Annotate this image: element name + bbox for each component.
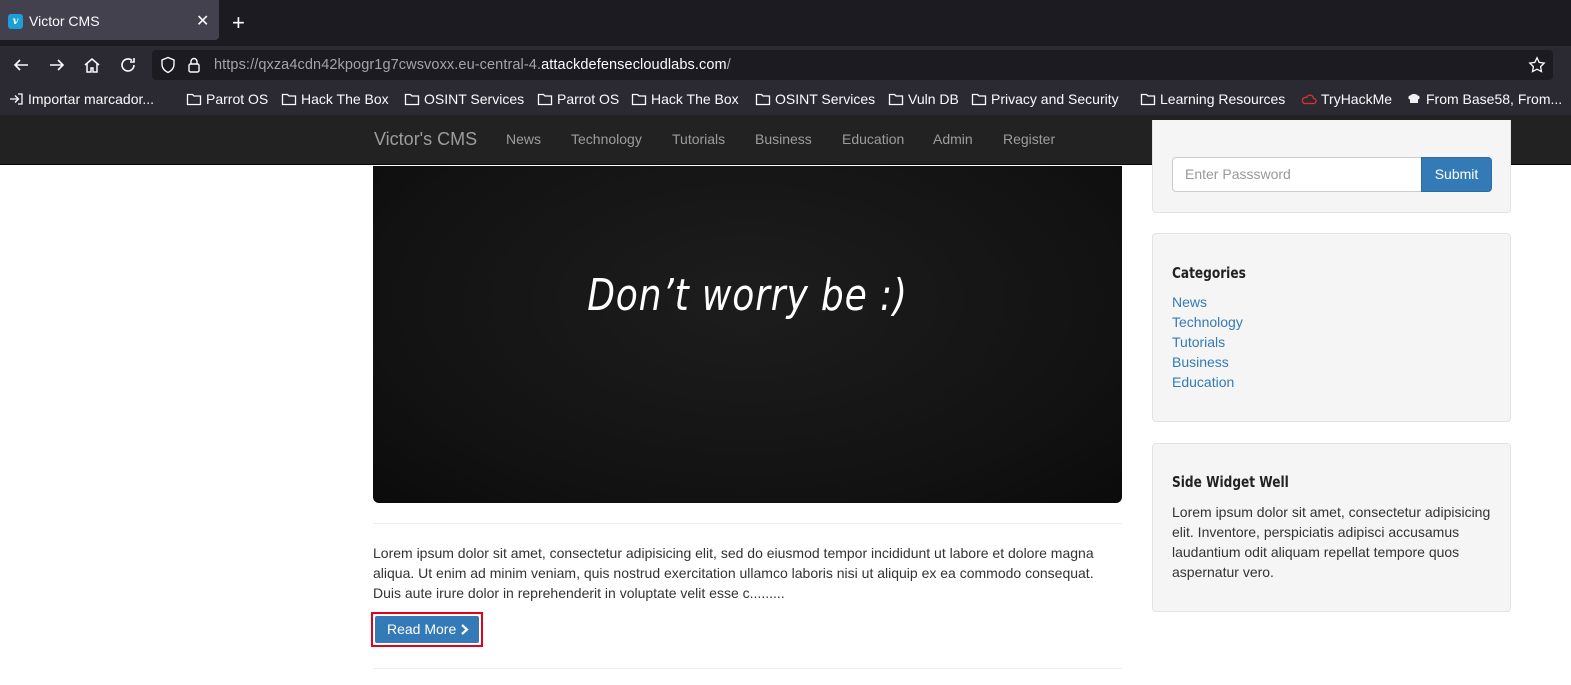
- widget-text: Lorem ipsum dolor sit amet, consectetur …: [1172, 504, 1491, 580]
- bookmark-label: Privacy and Security: [991, 91, 1119, 107]
- bookmark-label: OSINT Services: [424, 91, 525, 107]
- read-more-button[interactable]: Read More: [375, 616, 479, 643]
- bookmark-label: Importar marcador...: [28, 91, 155, 107]
- address-bar[interactable]: https://qxza4cdn42kpogr1g7cwsvoxx.eu-cen…: [152, 50, 1553, 80]
- bookmark-item[interactable]: From Base58, From...: [1406, 91, 1562, 107]
- category-link-technology[interactable]: Technology: [1172, 312, 1243, 332]
- bookmark-label: Hack The Box: [301, 91, 389, 107]
- category-link-education[interactable]: Education: [1172, 372, 1243, 392]
- post-image-text: Don’t worry be :): [587, 270, 908, 321]
- categories-list: News Technology Tutorials Business Educa…: [1172, 292, 1243, 392]
- folder-icon: [281, 93, 297, 106]
- nav-register[interactable]: Register: [1003, 131, 1055, 147]
- bookmark-label: OSINT Services: [775, 91, 876, 107]
- tab-close-icon[interactable]: ✕: [196, 11, 209, 31]
- bookmark-folder[interactable]: Privacy and Security: [971, 91, 1119, 107]
- folder-icon: [1140, 93, 1156, 106]
- reload-icon[interactable]: [119, 56, 137, 74]
- categories-well: Categories News Technology Tutorials Bus…: [1152, 233, 1511, 422]
- nav-technology[interactable]: Technology: [571, 131, 642, 147]
- url-suffix: /: [726, 57, 731, 73]
- categories-title: Categories: [1172, 264, 1246, 282]
- bookmark-label: Learning Resources: [1160, 91, 1286, 107]
- post-excerpt: Lorem ipsum dolor sit amet, consectetur …: [373, 545, 1094, 601]
- side-widget-well: Side Widget Well Lorem ipsum dolor sit a…: [1152, 443, 1511, 612]
- submit-button[interactable]: Submit: [1421, 157, 1492, 192]
- import-icon: [10, 93, 23, 105]
- folder-icon: [404, 93, 420, 106]
- bookmark-folder[interactable]: Hack The Box: [631, 91, 739, 107]
- chevron-right-icon: [461, 624, 469, 635]
- site-brand[interactable]: Victor's CMS: [374, 129, 477, 150]
- url-domain: attackdefensecloudlabs.com: [541, 57, 727, 73]
- bookmark-folder[interactable]: Parrot OS: [186, 91, 268, 107]
- nav-tutorials[interactable]: Tutorials: [672, 131, 725, 147]
- browser-tabstrip: v Victor CMS ✕ +: [0, 0, 1571, 46]
- nav-admin[interactable]: Admin: [933, 131, 973, 147]
- browser-toolbar: https://qxza4cdn42kpogr1g7cwsvoxx.eu-cen…: [0, 46, 1571, 84]
- home-icon[interactable]: [83, 56, 101, 74]
- bookmark-item[interactable]: TryHackMe: [1301, 91, 1392, 107]
- tracking-shield-icon[interactable]: [160, 56, 176, 74]
- forward-arrow-icon[interactable]: [48, 56, 66, 74]
- bookmark-label: Hack The Box: [651, 91, 739, 107]
- bookmark-item[interactable]: Importar marcador...: [8, 91, 154, 107]
- login-well: Enter Passsword Submit: [1152, 120, 1511, 213]
- url-text: https://qxza4cdn42kpogr1g7cwsvoxx.eu-cen…: [214, 57, 731, 73]
- nav-business[interactable]: Business: [755, 131, 812, 147]
- bookmark-folder[interactable]: Parrot OS: [537, 91, 619, 107]
- new-tab-plus-icon[interactable]: +: [232, 10, 245, 36]
- back-arrow-icon[interactable]: [12, 56, 30, 74]
- bookmarks-toolbar: Importar marcador... Parrot OS Hack The …: [0, 84, 1571, 115]
- tab-title: Victor CMS: [29, 13, 100, 29]
- folder-icon: [631, 93, 647, 106]
- divider: [373, 523, 1122, 524]
- bookmark-folder[interactable]: OSINT Services: [755, 91, 875, 107]
- tryhackme-icon: [1301, 94, 1317, 105]
- browser-tab[interactable]: v Victor CMS ✕: [0, 0, 219, 40]
- bookmark-label: Parrot OS: [557, 91, 620, 107]
- divider: [373, 668, 1122, 669]
- nav-education[interactable]: Education: [842, 131, 904, 147]
- category-link-business[interactable]: Business: [1172, 352, 1243, 372]
- category-link-tutorials[interactable]: Tutorials: [1172, 332, 1243, 352]
- vimeo-favicon-icon: v: [8, 14, 23, 29]
- bookmark-folder[interactable]: Vuln DB: [888, 91, 959, 107]
- folder-icon: [186, 93, 202, 106]
- folder-icon: [755, 93, 771, 106]
- nav-news[interactable]: News: [506, 131, 541, 147]
- url-prefix: https://qxza4cdn42kpogr1g7cwsvoxx.eu-cen…: [214, 57, 542, 73]
- password-input[interactable]: Enter Passsword: [1172, 157, 1422, 192]
- folder-icon: [888, 93, 904, 106]
- bookmark-label: From Base58, From...: [1426, 91, 1563, 107]
- widget-title: Side Widget Well: [1172, 473, 1289, 491]
- read-more-label: Read More: [387, 621, 457, 637]
- cyberchef-icon: [1408, 94, 1420, 103]
- bookmark-folder[interactable]: Learning Resources: [1140, 91, 1285, 107]
- bookmark-label: Parrot OS: [206, 91, 269, 107]
- read-more-highlight: Read More: [371, 612, 483, 647]
- bookmark-label: TryHackMe: [1321, 91, 1393, 107]
- folder-icon: [971, 93, 987, 106]
- bookmark-label: Vuln DB: [908, 91, 959, 107]
- category-link-news[interactable]: News: [1172, 292, 1243, 312]
- folder-icon: [537, 93, 553, 106]
- post-image: Don’t worry be :): [373, 166, 1122, 503]
- bookmark-star-icon[interactable]: [1528, 56, 1546, 74]
- lock-icon[interactable]: [187, 56, 201, 74]
- bookmark-folder[interactable]: OSINT Services: [404, 91, 524, 107]
- bookmark-folder[interactable]: Hack The Box: [281, 91, 389, 107]
